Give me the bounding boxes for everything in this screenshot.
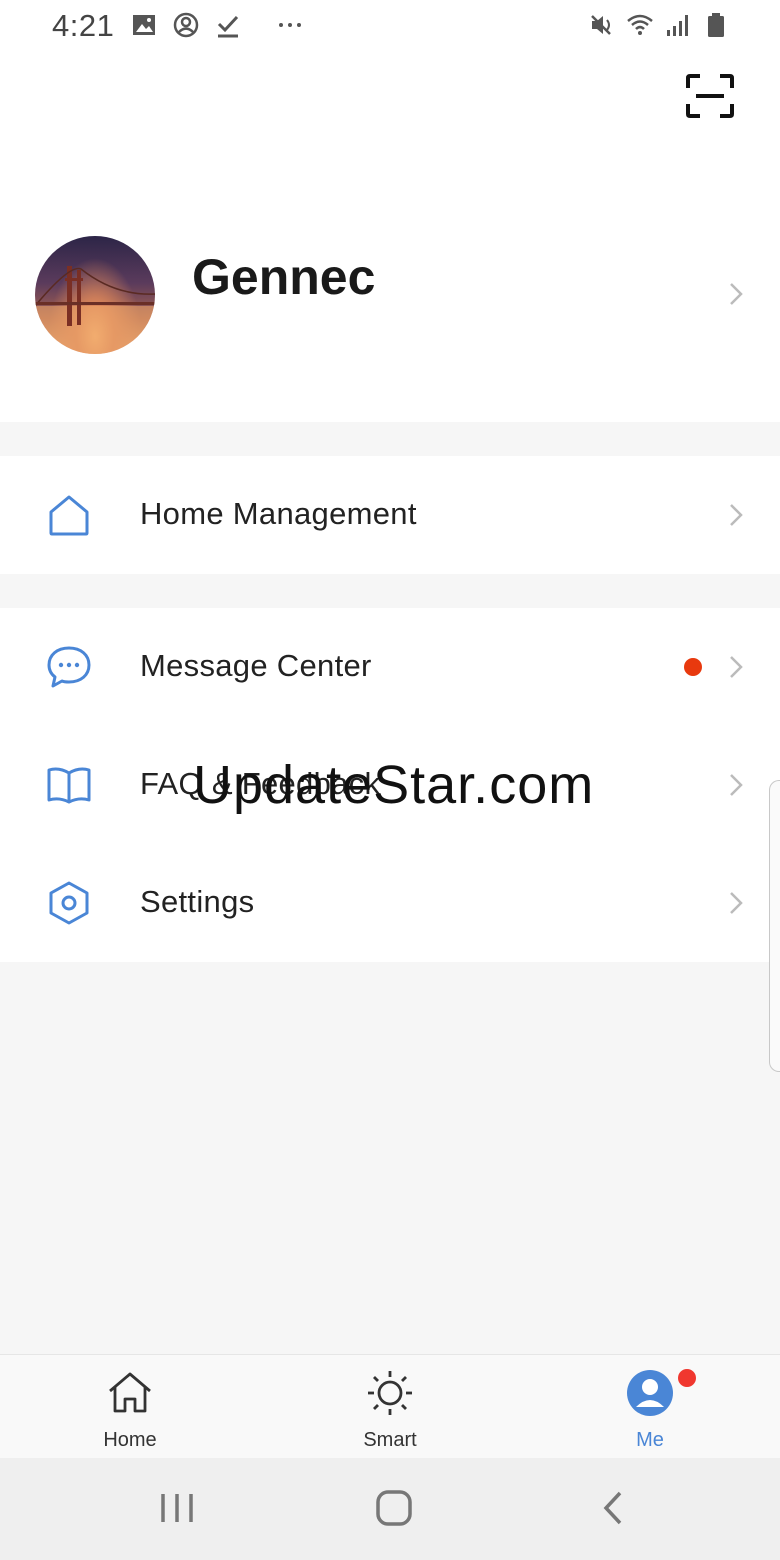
scan-icon[interactable] <box>684 72 736 120</box>
edge-panel-handle[interactable] <box>769 780 780 1072</box>
house-icon <box>49 495 89 536</box>
chevron-right-icon <box>730 283 743 305</box>
recents-icon[interactable] <box>158 1488 196 1528</box>
menu-item-settings[interactable]: Settings <box>0 844 780 962</box>
avatar[interactable] <box>35 236 155 354</box>
system-navigation-bar <box>0 1458 780 1560</box>
notification-dot <box>684 658 702 676</box>
status-icons-right <box>588 11 730 39</box>
status-time: 4:21 <box>52 8 115 43</box>
menu-section-home: Home Management <box>0 456 780 574</box>
home-button-icon[interactable] <box>374 1488 414 1528</box>
tab-label: Smart <box>363 1429 417 1451</box>
menu-item-label: Settings <box>140 884 255 919</box>
menu-item-message-center[interactable]: Message Center <box>0 608 780 726</box>
download-done-icon <box>217 15 239 38</box>
tab-smart[interactable]: Smart <box>310 1355 470 1459</box>
wifi-icon <box>627 14 653 35</box>
profile-row[interactable]: Gennec <box>0 236 780 396</box>
back-icon[interactable] <box>598 1488 628 1528</box>
golden-gate-bridge-image <box>35 266 155 354</box>
account-circle-icon <box>173 12 199 38</box>
chevron-right-icon <box>730 774 743 796</box>
profile-name: Gennec <box>192 249 376 305</box>
status-bar: 4:21 <box>0 0 780 56</box>
signal-icon <box>667 15 688 36</box>
menu-item-label: Message Center <box>140 648 372 683</box>
battery-icon <box>708 13 724 37</box>
chevron-right-icon <box>730 656 743 678</box>
book-icon <box>47 767 91 804</box>
more-dots-icon <box>279 23 301 27</box>
mute-icon <box>591 15 611 35</box>
tab-label: Home <box>103 1429 157 1451</box>
menu-item-home-management[interactable]: Home Management <box>0 456 780 574</box>
tab-badge <box>676 1367 698 1389</box>
status-icons-left <box>130 11 304 39</box>
menu-item-label: Home Management <box>140 496 417 531</box>
watermark: UpdateStar.com <box>193 755 595 815</box>
tab-me[interactable]: Me <box>570 1355 730 1459</box>
chevron-right-icon <box>730 892 743 914</box>
sun-icon <box>368 1371 412 1415</box>
tab-label: Me <box>636 1429 664 1451</box>
house-icon <box>109 1372 151 1413</box>
chevron-right-icon <box>730 504 743 526</box>
person-icon <box>627 1370 673 1416</box>
hexagon-settings-icon <box>49 881 89 925</box>
image-icon <box>133 15 155 35</box>
chat-bubble-icon <box>47 646 91 688</box>
bottom-tab-bar: Home Smart Me <box>0 1354 780 1459</box>
tab-home[interactable]: Home <box>50 1355 210 1459</box>
